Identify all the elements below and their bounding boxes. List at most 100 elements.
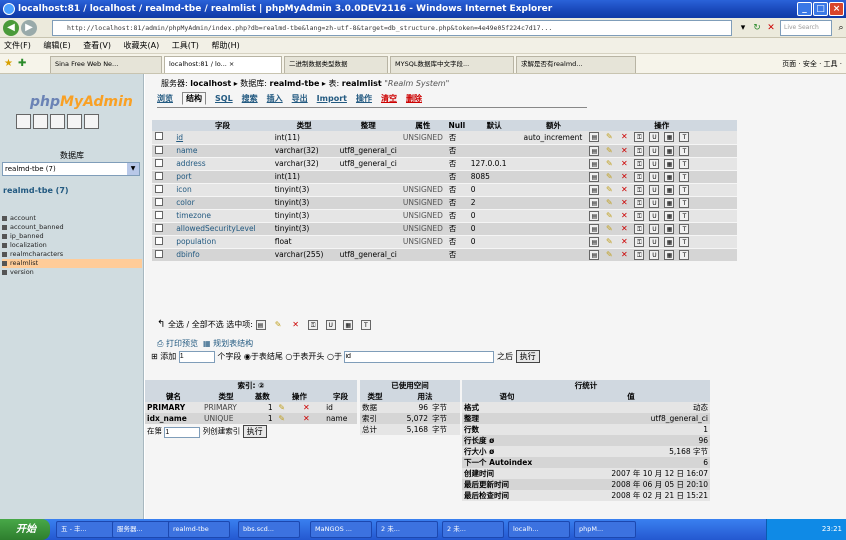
tab-empty[interactable]: 清空 xyxy=(381,93,397,104)
favorites-star-icon[interactable]: ★ xyxy=(4,54,13,73)
menu-file[interactable]: 文件(F) xyxy=(4,41,31,50)
taskbar-item[interactable]: localh... xyxy=(508,521,570,538)
fulltext-selected-icon[interactable]: T xyxy=(360,319,371,330)
table-link-realmlist[interactable]: realmlist xyxy=(2,259,142,268)
add-favorite-icon[interactable]: ✚ xyxy=(18,54,26,73)
taskbar-item[interactable]: phpM... xyxy=(574,521,636,538)
edit-icon[interactable]: ✎ xyxy=(604,237,614,247)
tab-sql[interactable]: SQL xyxy=(215,94,233,103)
primary-key-icon[interactable]: ⚿ xyxy=(634,145,645,156)
minimize-button[interactable]: _ xyxy=(797,2,812,16)
edit-index-icon[interactable]: ✎ xyxy=(277,403,287,413)
primary-key-icon[interactable]: ⚿ xyxy=(634,158,645,169)
taskbar-item[interactable]: 2 未... xyxy=(376,521,438,538)
edit-icon[interactable]: ✎ xyxy=(604,185,614,195)
query-window-icon[interactable] xyxy=(33,114,48,129)
database-select[interactable]: realmd-tbe (7) ▼ xyxy=(2,162,140,176)
forward-button[interactable]: ▶ xyxy=(21,20,37,36)
row-checkbox[interactable] xyxy=(155,171,163,180)
breadcrumb-server[interactable]: localhost xyxy=(190,79,231,88)
table-link-ip-banned[interactable]: ip_banned xyxy=(2,232,142,241)
unique-icon[interactable]: U xyxy=(649,249,660,260)
address-input[interactable]: http://localhost:81/admin/phpMyAdmin/ind… xyxy=(52,20,732,36)
fulltext-icon[interactable]: T xyxy=(679,171,690,182)
unique-icon[interactable]: U xyxy=(649,132,660,143)
browse-values-icon[interactable]: ▤ xyxy=(589,158,600,169)
unique-icon[interactable]: U xyxy=(649,158,660,169)
database-link[interactable]: realmd-tbe (7) xyxy=(3,186,69,195)
row-checkbox[interactable] xyxy=(155,210,163,219)
unique-icon[interactable]: U xyxy=(649,223,660,234)
breadcrumb-table[interactable]: realmlist xyxy=(342,79,382,88)
browse-values-icon[interactable]: ▤ xyxy=(589,236,600,247)
address-dropdown-icon[interactable]: ▾ xyxy=(736,21,750,35)
browser-tab[interactable]: 求解是否有realmd... xyxy=(516,56,636,73)
table-link-localization[interactable]: localization xyxy=(2,241,142,250)
edit-icon[interactable]: ✎ xyxy=(604,159,614,169)
drop-icon[interactable]: ✕ xyxy=(619,237,629,247)
taskbar-item[interactable]: 2 未... xyxy=(442,521,504,538)
drop-icon[interactable]: ✕ xyxy=(619,159,629,169)
radio-after[interactable]: ○ xyxy=(327,352,334,361)
primary-key-icon[interactable]: ⚿ xyxy=(634,210,645,221)
drop-icon[interactable]: ✕ xyxy=(619,198,629,208)
menu-view[interactable]: 查看(V) xyxy=(83,41,111,50)
edit-selected-icon[interactable]: ✎ xyxy=(273,320,283,330)
browse-values-icon[interactable]: ▤ xyxy=(589,210,600,221)
index-icon[interactable]: ▦ xyxy=(664,171,675,182)
row-checkbox[interactable] xyxy=(155,197,163,206)
unique-selected-icon[interactable]: U xyxy=(325,319,336,330)
browse-values-icon[interactable]: ▤ xyxy=(589,223,600,234)
row-checkbox[interactable] xyxy=(155,145,163,154)
tab-structure[interactable]: 结构 xyxy=(182,92,206,105)
index-icon[interactable]: ▦ xyxy=(664,132,675,143)
primary-key-icon[interactable]: ⚿ xyxy=(634,249,645,260)
menu-favorites[interactable]: 收藏夹(A) xyxy=(124,41,160,50)
drop-index-icon[interactable]: ✕ xyxy=(301,414,311,424)
propose-structure-link[interactable]: 规划表结构 xyxy=(213,339,253,348)
row-checkbox[interactable] xyxy=(155,184,163,193)
row-checkbox[interactable] xyxy=(155,236,163,245)
menu-tools[interactable]: 工具(T) xyxy=(172,41,199,50)
browser-tab[interactable]: 二进制数据类型数据 xyxy=(284,56,388,73)
table-link-account-banned[interactable]: account_banned xyxy=(2,223,142,232)
browse-values-icon[interactable]: ▤ xyxy=(589,171,600,182)
unique-icon[interactable]: U xyxy=(649,171,660,182)
add-field-count-input[interactable] xyxy=(178,350,215,363)
maximize-button[interactable]: □ xyxy=(813,2,828,16)
edit-icon[interactable]: ✎ xyxy=(604,224,614,234)
row-checkbox[interactable] xyxy=(155,223,163,232)
tab-insert[interactable]: 插入 xyxy=(267,93,283,104)
drop-icon[interactable]: ✕ xyxy=(619,224,629,234)
search-input[interactable]: Live Search xyxy=(780,20,832,36)
browser-tab-active[interactable]: localhost:81 / lo... × xyxy=(164,56,282,73)
browse-values-icon[interactable]: ▤ xyxy=(589,249,600,260)
unique-icon[interactable]: U xyxy=(649,184,660,195)
row-checkbox[interactable] xyxy=(155,132,163,141)
phpmyadmin-logo[interactable]: phpMyAdmin xyxy=(30,94,133,110)
taskbar-item[interactable]: 五 - 丰... xyxy=(56,521,118,538)
close-button[interactable]: × xyxy=(829,2,844,16)
taskbar-item[interactable]: 服务器... xyxy=(112,521,174,538)
unique-icon[interactable]: U xyxy=(649,145,660,156)
after-field-select[interactable] xyxy=(344,350,495,363)
index-columns-input[interactable] xyxy=(164,426,201,438)
fulltext-icon[interactable]: T xyxy=(679,197,690,208)
drop-icon[interactable]: ✕ xyxy=(619,250,629,260)
row-checkbox[interactable] xyxy=(155,249,163,258)
stop-icon[interactable]: ✕ xyxy=(764,21,778,35)
menu-help[interactable]: 帮助(H) xyxy=(211,41,239,50)
table-link-account[interactable]: account xyxy=(2,214,142,223)
fulltext-icon[interactable]: T xyxy=(679,132,690,143)
tab-drop[interactable]: 删除 xyxy=(406,93,422,104)
primary-key-icon[interactable]: ⚿ xyxy=(634,236,645,247)
row-checkbox[interactable] xyxy=(155,158,163,167)
create-index-button[interactable]: 执行 xyxy=(242,425,267,438)
edit-index-icon[interactable]: ✎ xyxy=(277,414,287,424)
index-icon[interactable]: ▦ xyxy=(664,236,675,247)
edit-icon[interactable]: ✎ xyxy=(604,250,614,260)
index-icon[interactable]: ▦ xyxy=(664,197,675,208)
tab-browse[interactable]: 浏览 xyxy=(157,93,173,104)
reload-icon[interactable] xyxy=(84,114,99,129)
fulltext-icon[interactable]: T xyxy=(679,223,690,234)
